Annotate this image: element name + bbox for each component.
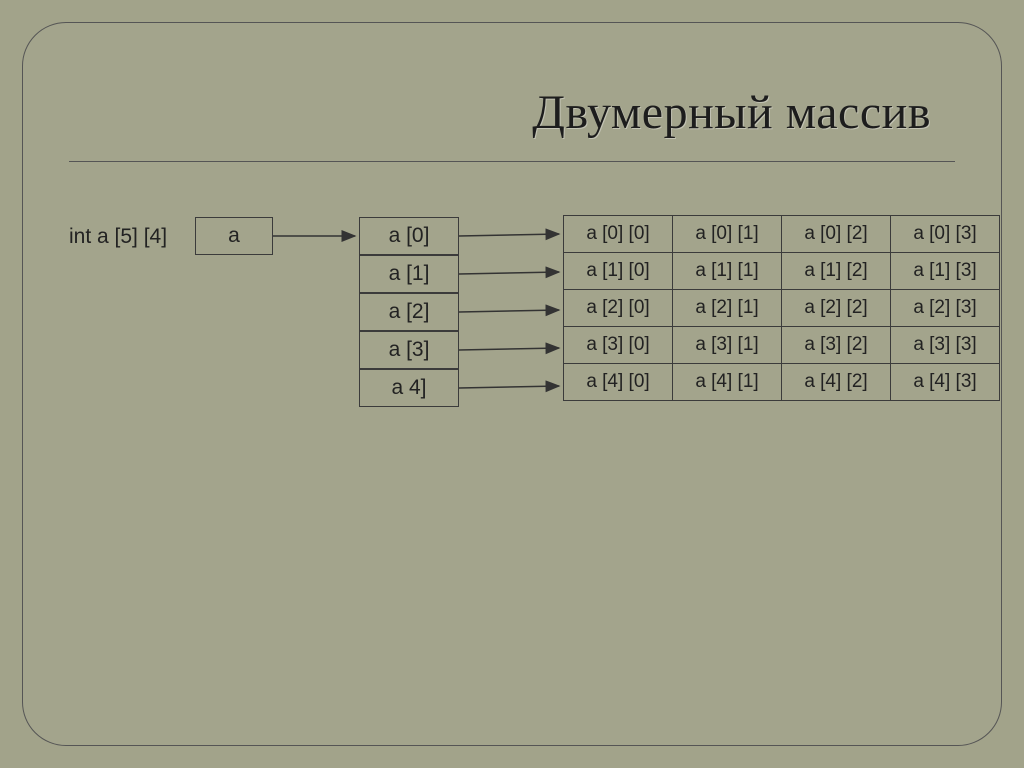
pointer-a-box: a bbox=[195, 217, 273, 255]
slide: Двумерный массив int a [5] [4] a a [0] a… bbox=[0, 0, 1024, 768]
row-pointer-4: a 4] bbox=[359, 369, 459, 407]
slide-frame: Двумерный массив int a [5] [4] a a [0] a… bbox=[22, 22, 1002, 746]
grid-cell: a [1] [0] bbox=[563, 252, 673, 290]
grid-cell: a [1] [1] bbox=[672, 252, 782, 290]
grid-cell: a [0] [1] bbox=[672, 215, 782, 253]
grid-row: a [3] [0] a [3] [1] a [3] [2] a [3] [3] bbox=[563, 327, 1000, 364]
array-declaration: int a [5] [4] bbox=[69, 225, 167, 249]
row-pointer-2: a [2] bbox=[359, 293, 459, 331]
grid-row: a [2] [0] a [2] [1] a [2] [2] a [2] [3] bbox=[563, 290, 1000, 327]
grid-cell: a [0] [2] bbox=[781, 215, 891, 253]
row-pointer-3: a [3] bbox=[359, 331, 459, 369]
grid-cell: a [4] [0] bbox=[563, 363, 673, 401]
grid-row: a [1] [0] a [1] [1] a [1] [2] a [1] [3] bbox=[563, 253, 1000, 290]
grid-cell: a [3] [3] bbox=[890, 326, 1000, 364]
grid-cell: a [3] [0] bbox=[563, 326, 673, 364]
row-pointer-0: a [0] bbox=[359, 217, 459, 255]
title-rule bbox=[69, 161, 955, 162]
grid-cell: a [2] [0] bbox=[563, 289, 673, 327]
grid-cell: a [3] [1] bbox=[672, 326, 782, 364]
grid-cell: a [2] [2] bbox=[781, 289, 891, 327]
grid-cell: a [4] [2] bbox=[781, 363, 891, 401]
slide-title: Двумерный массив bbox=[532, 85, 931, 140]
grid-cell: a [0] [3] bbox=[890, 215, 1000, 253]
grid-cell: a [0] [0] bbox=[563, 215, 673, 253]
grid-cell: a [2] [3] bbox=[890, 289, 1000, 327]
array-grid: a [0] [0] a [0] [1] a [0] [2] a [0] [3] … bbox=[563, 215, 1000, 401]
grid-cell: a [4] [3] bbox=[890, 363, 1000, 401]
row-pointer-1: a [1] bbox=[359, 255, 459, 293]
grid-cell: a [1] [2] bbox=[781, 252, 891, 290]
grid-cell: a [4] [1] bbox=[672, 363, 782, 401]
grid-row: a [0] [0] a [0] [1] a [0] [2] a [0] [3] bbox=[563, 215, 1000, 253]
grid-row: a [4] [0] a [4] [1] a [4] [2] a [4] [3] bbox=[563, 364, 1000, 401]
grid-cell: a [2] [1] bbox=[672, 289, 782, 327]
grid-cell: a [3] [2] bbox=[781, 326, 891, 364]
grid-cell: a [1] [3] bbox=[890, 252, 1000, 290]
